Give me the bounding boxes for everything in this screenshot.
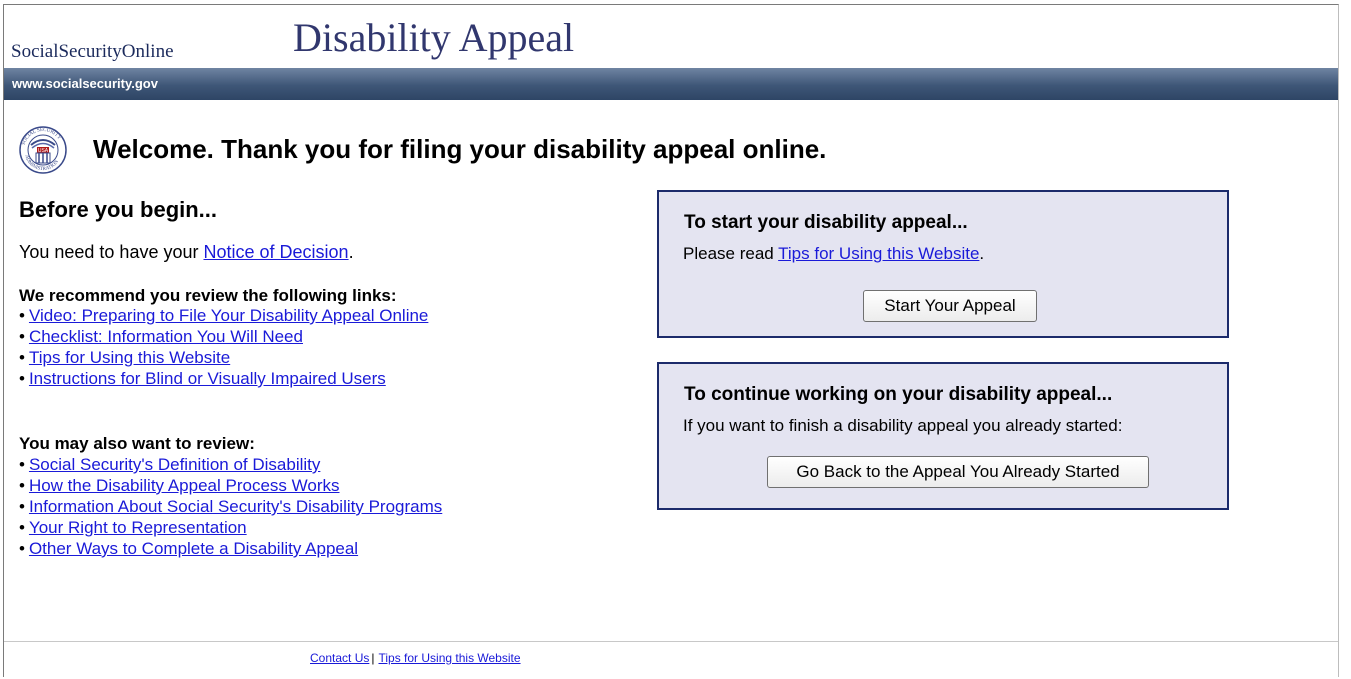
need-suffix: . <box>348 242 354 262</box>
need-prefix: You need to have your <box>19 242 204 262</box>
video-link[interactable]: Video: Preparing to File Your Disability… <box>29 306 428 325</box>
site-url-link[interactable]: www.socialsecurity.gov <box>12 76 158 91</box>
list-item: • Tips for Using this Website <box>19 347 428 368</box>
continue-appeal-panel: To continue working on your disability a… <box>657 362 1229 510</box>
footer-tips-link[interactable]: Tips for Using this Website <box>378 651 520 665</box>
list-item: • Social Security's Definition of Disabil… <box>19 454 442 475</box>
footer-separator: | <box>371 651 375 665</box>
process-link[interactable]: How the Disability Appeal Process Works <box>29 476 340 495</box>
before-heading: Before you begin... <box>19 197 218 222</box>
bullet: • <box>19 497 25 516</box>
bullet: • <box>19 476 25 495</box>
checklist-link[interactable]: Checklist: Information You Will Need <box>29 327 303 346</box>
recommend-heading: We recommend you review the following li… <box>19 286 397 305</box>
continue-panel-text: If you want to finish a disability appea… <box>683 416 1123 435</box>
bullet: • <box>19 539 25 558</box>
definition-link[interactable]: Social Security's Definition of Disabili… <box>29 455 320 474</box>
start-text-prefix: Please read <box>683 244 779 263</box>
list-item: • Instructions for Blind or Visually Impa… <box>19 368 428 389</box>
start-panel-text: Please read Tips for Using this Website. <box>683 244 984 264</box>
list-item: • Information About Social Security's Dis… <box>19 496 442 517</box>
contact-us-link[interactable]: Contact Us <box>310 651 369 665</box>
page-title: Disability Appeal <box>293 15 575 60</box>
start-panel-title: To start your disability appeal... <box>684 212 968 233</box>
continue-appeal-button[interactable]: Go Back to the Appeal You Already Starte… <box>767 456 1149 488</box>
also-review-links: • Social Security's Definition of Disabil… <box>19 454 442 559</box>
list-item: • Other Ways to Complete a Disability App… <box>19 538 442 559</box>
continue-panel-title: To continue working on your disability a… <box>684 384 1113 405</box>
bullet: • <box>19 369 25 388</box>
recommended-links: • Video: Preparing to File Your Disabilit… <box>19 305 428 389</box>
other-ways-link[interactable]: Other Ways to Complete a Disability Appe… <box>29 539 358 558</box>
also-review-heading: You may also want to review: <box>19 434 255 453</box>
bullet: • <box>19 306 25 325</box>
ssa-seal-icon: USA SOCIAL SECURITY ADMINISTRATION <box>19 121 82 179</box>
bullet: • <box>19 348 25 367</box>
programs-link[interactable]: Information About Social Security's Disa… <box>29 497 442 516</box>
start-appeal-button[interactable]: Start Your Appeal <box>863 290 1037 322</box>
seal-badge-text: USA <box>38 148 49 154</box>
footer-links: Contact Us | Tips for Using this Website <box>310 651 521 665</box>
list-item: • Checklist: Information You Will Need <box>19 326 428 347</box>
site-name[interactable]: SocialSecurityOnline <box>11 41 174 63</box>
start-appeal-panel: To start your disability appeal... Pleas… <box>657 190 1229 338</box>
notice-of-decision-link[interactable]: Notice of Decision <box>203 242 348 262</box>
url-banner: www.socialsecurity.gov <box>4 68 1338 100</box>
bullet: • <box>19 327 25 346</box>
start-tips-link[interactable]: Tips for Using this Website <box>778 244 979 263</box>
list-item: • Video: Preparing to File Your Disabilit… <box>19 305 428 326</box>
bullet: • <box>19 518 25 537</box>
bullet: • <box>19 455 25 474</box>
welcome-heading: Welcome. Thank you for filing your disab… <box>93 134 827 164</box>
representation-link[interactable]: Your Right to Representation <box>29 518 247 537</box>
notice-requirement: You need to have your Notice of Decision… <box>19 242 354 263</box>
list-item: • How the Disability Appeal Process Works <box>19 475 442 496</box>
footer-divider <box>4 641 1338 642</box>
tips-link[interactable]: Tips for Using this Website <box>29 348 230 367</box>
start-text-suffix: . <box>979 244 985 263</box>
list-item: • Your Right to Representation <box>19 517 442 538</box>
blind-instructions-link[interactable]: Instructions for Blind or Visually Impai… <box>29 369 386 388</box>
